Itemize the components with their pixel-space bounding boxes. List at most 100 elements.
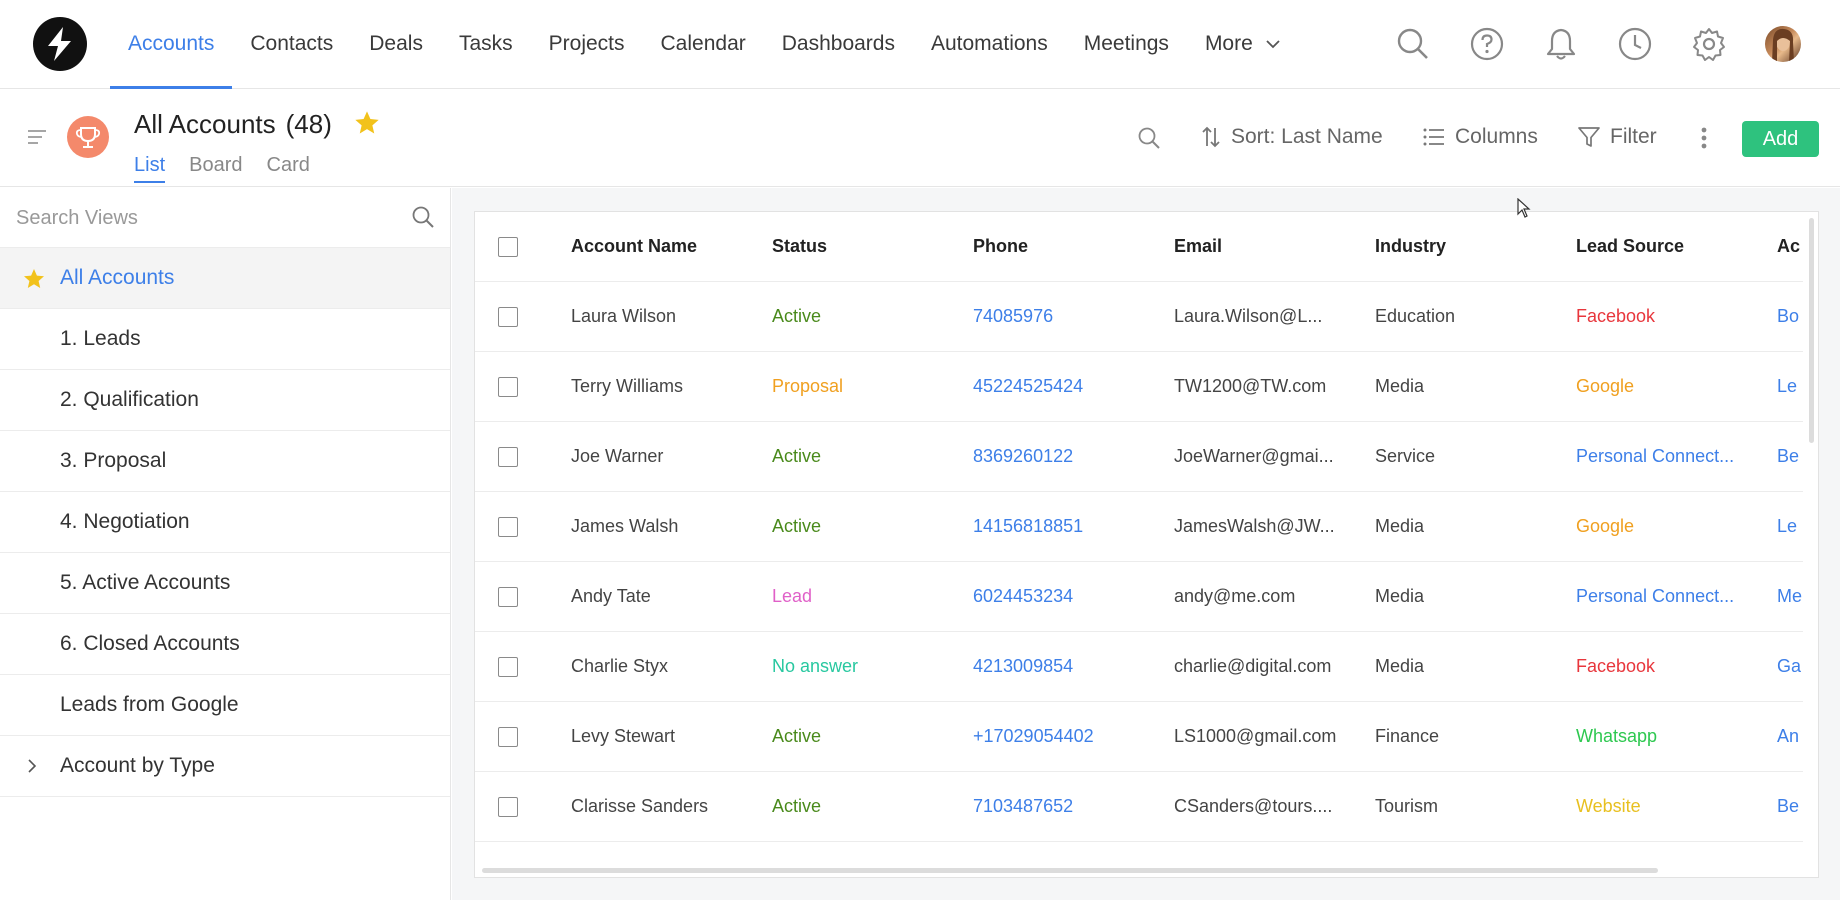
columns-label: Columns xyxy=(1455,125,1538,148)
account-owner-cell[interactable]: Be xyxy=(1777,422,1803,492)
page-header: All Accounts (48) List Board Card Sort: L… xyxy=(0,89,1840,187)
view-tab-card[interactable]: Card xyxy=(267,154,310,183)
row-checkbox[interactable] xyxy=(498,377,518,397)
email-cell: charlie@digital.com xyxy=(1174,656,1332,676)
phone-cell[interactable]: 45224525424 xyxy=(973,352,1163,422)
account-name-cell: Clarisse Sanders xyxy=(571,796,709,816)
filter-button[interactable]: Filter xyxy=(1578,117,1657,157)
chevron-right-icon[interactable] xyxy=(27,758,37,774)
account-owner-cell[interactable]: Be xyxy=(1777,772,1803,842)
select-all-checkbox[interactable] xyxy=(498,237,518,257)
more-options-icon[interactable] xyxy=(1700,126,1708,150)
column-header-account-owner[interactable]: Ac xyxy=(1777,212,1803,282)
column-header-industry[interactable]: Industry xyxy=(1375,212,1565,282)
view-item-closed-accounts[interactable]: 6. Closed Accounts xyxy=(0,614,450,675)
account-owner-cell[interactable]: Ga xyxy=(1777,632,1803,702)
table-search-icon[interactable] xyxy=(1137,126,1161,150)
account-owner-cell[interactable]: Le xyxy=(1777,352,1803,422)
nav-item-tasks[interactable]: Tasks xyxy=(441,0,531,89)
row-checkbox[interactable] xyxy=(498,587,518,607)
account-owner-cell[interactable]: Me xyxy=(1777,562,1803,632)
view-item-label: 2. Qualification xyxy=(60,388,199,411)
account-owner-cell[interactable]: Bo xyxy=(1777,282,1803,352)
column-header-lead-source[interactable]: Lead Source xyxy=(1576,212,1742,282)
nav-item-calendar[interactable]: Calendar xyxy=(643,0,764,89)
vertical-scroll-thumb[interactable] xyxy=(1809,218,1814,443)
column-header-phone[interactable]: Phone xyxy=(973,212,1163,282)
nav-item-deals[interactable]: Deals xyxy=(351,0,441,89)
view-item-label: 5. Active Accounts xyxy=(60,571,231,594)
vertical-scrollbar[interactable] xyxy=(1805,212,1818,877)
phone-cell[interactable]: +17029054402 xyxy=(973,702,1163,772)
view-item-qualification[interactable]: 2. Qualification xyxy=(0,370,450,431)
clock-icon[interactable] xyxy=(1617,26,1653,62)
status-cell: Active xyxy=(772,516,822,536)
row-checkbox[interactable] xyxy=(498,447,518,467)
phone-cell[interactable]: 8369260122 xyxy=(973,422,1163,492)
phone-cell[interactable]: 7103487652 xyxy=(973,772,1163,842)
views-search-input[interactable] xyxy=(0,188,400,248)
view-item-leads[interactable]: 1. Leads xyxy=(0,309,450,370)
nav-item-more[interactable]: More xyxy=(1187,0,1299,89)
app-logo[interactable] xyxy=(33,17,87,71)
add-button[interactable]: Add xyxy=(1742,121,1819,157)
view-tab-list[interactable]: List xyxy=(134,154,166,183)
phone-cell[interactable]: 14156818851 xyxy=(973,492,1163,562)
nav-item-automations[interactable]: Automations xyxy=(913,0,1066,89)
industry-cell: Tourism xyxy=(1375,796,1439,816)
phone-cell[interactable]: 4213009854 xyxy=(973,632,1163,702)
view-item-active-accounts[interactable]: 5. Active Accounts xyxy=(0,553,450,614)
column-header-status[interactable]: Status xyxy=(772,212,962,282)
row-checkbox[interactable] xyxy=(498,307,518,327)
search-icon[interactable] xyxy=(411,205,435,229)
sidebar-toggle-icon[interactable] xyxy=(27,129,47,145)
table-row[interactable]: Charlie Styx No answer 4213009854 charlie@d… xyxy=(475,632,1803,702)
nav-item-projects[interactable]: Projects xyxy=(531,0,643,89)
view-item-proposal[interactable]: 3. Proposal xyxy=(0,431,450,492)
help-icon[interactable] xyxy=(1469,26,1505,62)
account-name-cell: Joe Warner xyxy=(571,446,664,466)
nav-item-contacts[interactable]: Contacts xyxy=(232,0,351,89)
email-cell: LS1000@gmail.com xyxy=(1174,726,1337,746)
search-icon[interactable] xyxy=(1395,26,1431,62)
nav-item-dashboards[interactable]: Dashboards xyxy=(764,0,913,89)
bell-icon[interactable] xyxy=(1543,26,1579,62)
account-owner-cell[interactable]: An xyxy=(1777,702,1803,772)
phone-cell[interactable]: 74085976 xyxy=(973,282,1163,352)
row-checkbox[interactable] xyxy=(498,727,518,747)
phone-cell[interactable]: 6024453234 xyxy=(973,562,1163,632)
view-item-all-accounts[interactable]: All Accounts xyxy=(0,248,450,309)
account-owner-cell[interactable]: Le xyxy=(1777,492,1803,562)
view-group-account-by-type[interactable]: Account by Type xyxy=(0,736,450,797)
nav-item-meetings[interactable]: Meetings xyxy=(1066,0,1187,89)
table-row[interactable]: Terry Williams Proposal 45224525424 TW1200@… xyxy=(475,352,1803,422)
view-item-leads-from-google[interactable]: Leads from Google xyxy=(0,675,450,736)
view-item-label: 4. Negotiation xyxy=(60,510,190,533)
favorite-star-icon[interactable] xyxy=(353,109,381,137)
table-row[interactable]: Laura Wilson Active 74085976 Laura.Wilson@L… xyxy=(475,282,1803,352)
view-tab-board[interactable]: Board xyxy=(189,154,242,183)
lead-source-cell: Facebook xyxy=(1576,306,1656,326)
table-row[interactable]: Levy Stewart Active +17029054402 LS1000@gma… xyxy=(475,702,1803,772)
sort-button[interactable]: Sort: Last Name xyxy=(1201,117,1383,157)
view-item-negotiation[interactable]: 4. Negotiation xyxy=(0,492,450,553)
table-row[interactable]: James Walsh Active 14156818851 JamesWalsh@J… xyxy=(475,492,1803,562)
table-row[interactable]: Joe Warner Active 8369260122 JoeWarner@gmai… xyxy=(475,422,1803,492)
row-checkbox[interactable] xyxy=(498,797,518,817)
user-avatar[interactable] xyxy=(1765,26,1801,62)
industry-cell: Media xyxy=(1375,376,1425,396)
row-checkbox[interactable] xyxy=(498,517,518,537)
chevron-down-icon xyxy=(1266,40,1280,49)
columns-button[interactable]: Columns xyxy=(1423,117,1538,157)
table-row[interactable]: Clarisse Sanders Active 7103487652 CSanders… xyxy=(475,772,1803,842)
page-title: All Accounts (48) xyxy=(134,109,332,140)
gear-icon[interactable] xyxy=(1691,26,1727,62)
horizontal-scroll-thumb[interactable] xyxy=(482,868,1658,873)
horizontal-scrollbar[interactable] xyxy=(475,862,1818,877)
row-checkbox[interactable] xyxy=(498,657,518,677)
column-header-account-name[interactable]: Account Name xyxy=(571,212,761,282)
email-cell: Laura.Wilson@L... xyxy=(1174,306,1323,326)
nav-item-accounts[interactable]: Accounts xyxy=(110,0,233,89)
table-row[interactable]: Andy Tate Lead 6024453234 andy@me.com Media P… xyxy=(475,562,1803,632)
column-header-email[interactable]: Email xyxy=(1174,212,1340,282)
